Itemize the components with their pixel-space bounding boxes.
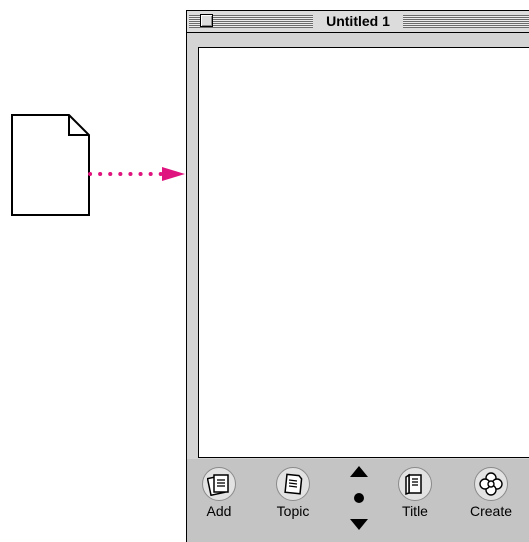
topic-label: Topic <box>276 503 310 519</box>
add-icon <box>202 467 236 501</box>
topic-button[interactable]: Topic <box>271 467 315 537</box>
window-title: Untitled 1 <box>313 13 403 30</box>
topic-icon <box>276 467 310 501</box>
title-icon <box>398 467 432 501</box>
close-box-icon[interactable] <box>200 14 213 27</box>
title-button[interactable]: Title <box>393 467 437 537</box>
title-label: Title <box>402 503 428 519</box>
add-label: Add <box>206 503 232 519</box>
create-icon <box>474 467 508 501</box>
arrow-right-icon <box>88 163 186 190</box>
create-label: Create <box>469 503 513 519</box>
document-icon <box>11 114 91 221</box>
toolbar: Add Topic Title Create <box>187 459 529 542</box>
scroll-down-icon[interactable] <box>349 517 369 531</box>
create-button[interactable]: Create <box>469 467 513 537</box>
title-bar-stripes-right <box>403 15 529 28</box>
add-button[interactable]: Add <box>197 467 241 537</box>
scroll-up-icon[interactable] <box>349 465 369 479</box>
scroll-dot-icon[interactable] <box>353 492 365 504</box>
document-window: Untitled 1 Add Topic Title Create <box>186 10 529 542</box>
scroll-controls <box>349 465 369 535</box>
content-area[interactable] <box>198 47 529 458</box>
title-bar[interactable]: Untitled 1 <box>187 11 529 33</box>
